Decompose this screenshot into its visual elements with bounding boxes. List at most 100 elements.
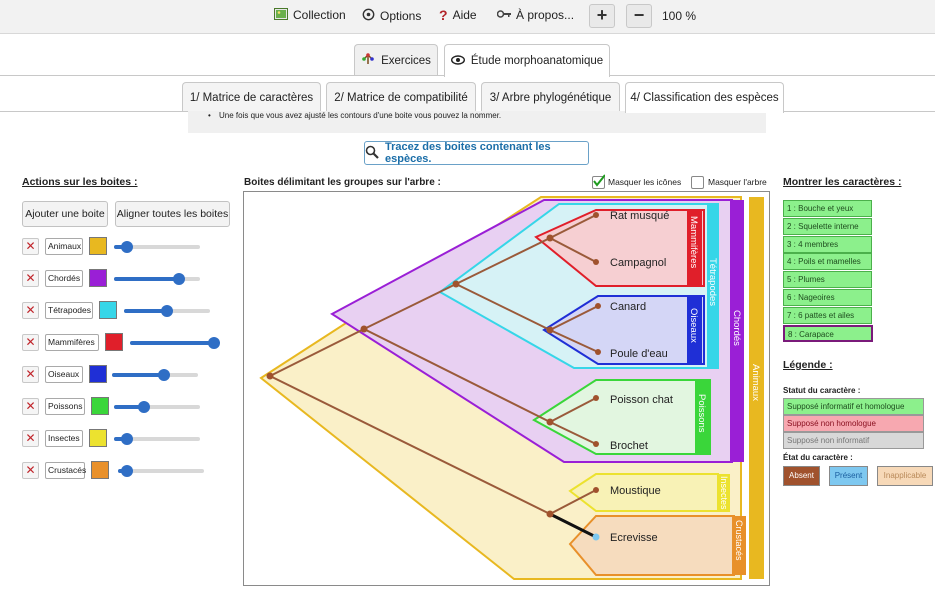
box-name-field[interactable]: Tétrapodes	[45, 302, 93, 319]
leaf-canard	[595, 303, 601, 309]
label-oiseaux: Oiseaux	[688, 308, 699, 343]
box-name-field[interactable]: Mammifères	[45, 334, 99, 351]
species-ecrevisse: Ecrevisse	[610, 532, 658, 544]
hide-icons-checkbox[interactable]	[592, 174, 605, 189]
box-color-swatch[interactable]	[89, 365, 107, 383]
tab-exercices[interactable]: Exercices	[354, 44, 438, 76]
box-name-field[interactable]: Animaux	[45, 238, 83, 255]
tab-arbre-phylogenetique[interactable]: 3/ Arbre phylogénétique	[481, 82, 620, 112]
trace-boxes-button[interactable]: Tracez des boites contenant les espèces.	[364, 141, 589, 165]
tree-canvas[interactable]: Mammifères Tétrapodes Oiseaux Chordés Po…	[243, 191, 770, 586]
leaf-moustique	[593, 487, 599, 493]
zoom-in-button[interactable]: +	[589, 4, 615, 28]
hide-tree-label: Masquer l'arbre	[708, 177, 767, 187]
key-icon	[496, 9, 511, 21]
aide-label: Aide	[452, 8, 477, 22]
slider-handle[interactable]	[120, 433, 133, 445]
character-item[interactable]: 2 : Squelette interne	[783, 217, 872, 235]
box-opacity-slider[interactable]	[124, 305, 210, 317]
leaf-poule	[595, 349, 601, 355]
tab-etude-label: Étude morphoanatomique	[470, 55, 604, 67]
actions-title: Actions sur les boites :	[22, 176, 138, 188]
picture-icon	[274, 8, 288, 22]
box-opacity-slider[interactable]	[114, 241, 200, 253]
box-name-field[interactable]: Crustacés	[45, 462, 86, 479]
slider-handle[interactable]	[157, 369, 170, 381]
box-opacity-slider[interactable]	[114, 401, 200, 413]
box-name-field[interactable]: Oiseaux	[45, 366, 83, 383]
species-moustique: Moustique	[610, 485, 661, 497]
box-color-swatch[interactable]	[99, 301, 117, 319]
options-menu[interactable]: Options	[362, 8, 421, 23]
align-boxes-button[interactable]: Aligner toutes les boites	[115, 201, 230, 227]
box-opacity-slider[interactable]	[112, 369, 198, 381]
add-box-button[interactable]: Ajouter une boite	[22, 201, 108, 227]
aide-menu[interactable]: ? Aide	[439, 8, 477, 22]
delete-box-button[interactable]: ✕	[22, 462, 39, 479]
eye-icon	[450, 54, 465, 68]
characters-title: Montrer les caractères :	[783, 176, 902, 188]
box-color-swatch[interactable]	[89, 269, 107, 287]
status-non-homologue: Supposé non homologue	[783, 415, 924, 432]
slider-handle[interactable]	[120, 241, 133, 253]
zoom-out-button[interactable]: −	[626, 4, 652, 28]
node-chordes	[360, 325, 368, 333]
delete-box-button[interactable]: ✕	[22, 430, 39, 447]
box-name-field[interactable]: Chordés	[45, 270, 83, 287]
slider-handle[interactable]	[120, 465, 133, 477]
trace-boxes-label: Tracez des boites contenant les espèces.	[385, 141, 551, 165]
slider-handle[interactable]	[172, 273, 185, 285]
box-opacity-slider[interactable]	[114, 273, 200, 285]
slider-handle[interactable]	[138, 401, 151, 413]
box-opacity-slider[interactable]	[130, 337, 221, 349]
box-color-swatch[interactable]	[91, 397, 109, 415]
tab-classification-especes[interactable]: 4/ Classification des espèces	[625, 82, 784, 113]
state-inapplicable: Inapplicable	[877, 466, 933, 486]
gear-icon	[362, 8, 375, 23]
box-name-field[interactable]: Poissons	[45, 398, 85, 415]
box-opacity-slider[interactable]	[114, 433, 200, 445]
tree-svg[interactable]: Mammifères Tétrapodes Oiseaux Chordés Po…	[244, 192, 771, 587]
state-absent: Absent	[783, 466, 820, 486]
slider-handle[interactable]	[208, 337, 221, 349]
box-color-swatch[interactable]	[105, 333, 123, 351]
tab-matrice-compatibilite[interactable]: 2/ Matrice de compatibilité	[326, 82, 476, 112]
node-tetrapodes	[452, 280, 460, 288]
box-opacity-slider[interactable]	[118, 465, 204, 477]
node-poissons	[546, 418, 554, 426]
slider-fill	[112, 373, 164, 377]
label-chordes: Chordés	[731, 310, 742, 346]
delete-box-button[interactable]: ✕	[22, 302, 39, 319]
delete-box-button[interactable]: ✕	[22, 398, 39, 415]
character-item[interactable]: 1 : Bouche et yeux	[783, 200, 872, 217]
delete-box-button[interactable]: ✕	[22, 334, 39, 351]
slider-handle[interactable]	[161, 305, 173, 317]
tree-title: Boites délimitant les groupes sur l'arbr…	[244, 177, 441, 188]
legend-title: Légende :	[783, 359, 833, 371]
state-title: État du caractère :	[783, 453, 853, 462]
character-item[interactable]: 7 : 6 pattes et ailes	[783, 306, 872, 324]
box-crustaces[interactable]	[568, 515, 735, 576]
delete-box-button[interactable]: ✕	[22, 366, 39, 383]
character-item[interactable]: 3 : 4 membres	[783, 235, 872, 253]
apropos-menu[interactable]: À propos...	[496, 8, 574, 22]
box-color-swatch[interactable]	[89, 237, 107, 255]
label-insectes: Insectes	[719, 476, 729, 510]
delete-box-button[interactable]: ✕	[22, 270, 39, 287]
species-poisson-chat: Poisson chat	[610, 394, 673, 406]
delete-box-button[interactable]: ✕	[22, 238, 39, 255]
state-present: Présent	[829, 466, 868, 486]
box-name-field[interactable]: Insectes	[45, 430, 83, 447]
character-item[interactable]: 4 : Poils et mamelles	[783, 253, 872, 271]
character-item[interactable]: 6 : Nageoires	[783, 289, 872, 306]
tab-matrice-caracteres[interactable]: 1/ Matrice de caractères	[182, 82, 321, 112]
character-item[interactable]: 8 : Carapace	[783, 324, 873, 342]
box-color-swatch[interactable]	[89, 429, 107, 447]
checkmark-icon	[593, 174, 605, 187]
character-item[interactable]: 5 : Plumes	[783, 271, 872, 289]
box-color-swatch[interactable]	[91, 461, 109, 479]
tab-etude-morphoanatomique[interactable]: Étude morphoanatomique	[444, 44, 610, 77]
hide-tree-checkbox[interactable]	[691, 176, 704, 189]
label-tetrapodes: Tétrapodes	[707, 258, 718, 306]
collection-menu[interactable]: Collection	[274, 8, 346, 22]
